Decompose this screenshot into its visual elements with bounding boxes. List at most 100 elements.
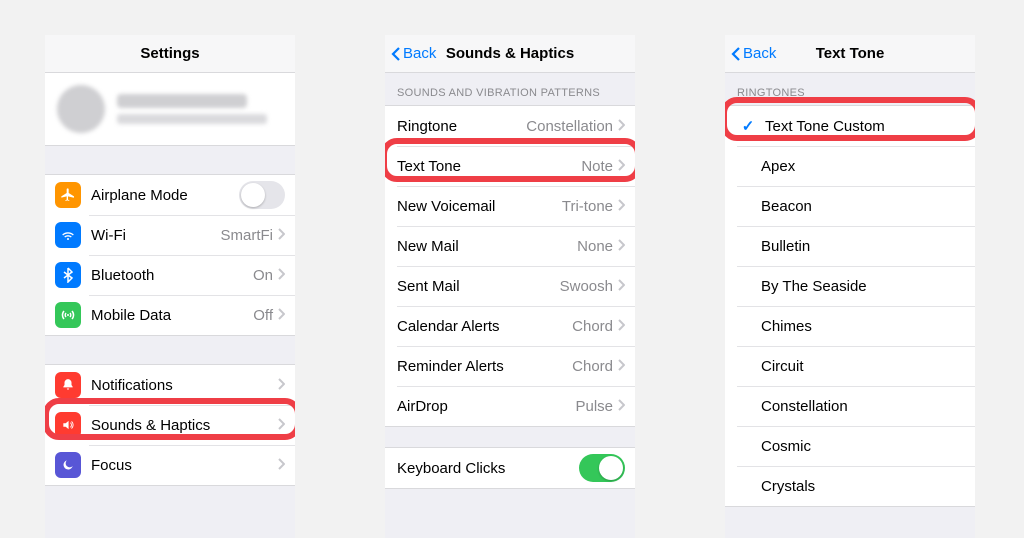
tone-label: Crystals — [739, 478, 965, 495]
chevron-right-icon — [277, 307, 285, 324]
page-title: Settings — [140, 45, 199, 62]
row-value: Swoosh — [560, 278, 613, 295]
row-value: Pulse — [575, 398, 613, 415]
moon-icon — [55, 452, 81, 478]
sound-row[interactable]: Calendar AlertsChord — [385, 306, 635, 346]
checkmark-icon: ✓ — [739, 117, 757, 135]
notifications-row[interactable]: Notifications — [45, 365, 295, 405]
row-value: Off — [253, 307, 273, 324]
speaker-icon — [55, 412, 81, 438]
chevron-right-icon — [617, 158, 625, 175]
chevron-right-icon — [617, 278, 625, 295]
avatar — [57, 85, 105, 133]
keyboard-clicks-toggle[interactable] — [579, 454, 625, 482]
chevron-right-icon — [277, 377, 285, 394]
chevron-right-icon — [617, 398, 625, 415]
row-label: Notifications — [91, 377, 277, 394]
chevron-right-icon — [277, 227, 285, 244]
page-title: Sounds & Haptics — [446, 45, 574, 62]
row-label: New Voicemail — [395, 198, 562, 215]
row-value: Constellation — [526, 118, 613, 135]
sound-row[interactable]: New MailNone — [385, 226, 635, 266]
row-value: Note — [581, 158, 613, 175]
tone-row[interactable]: Beacon — [725, 186, 975, 226]
row-label: Focus — [91, 457, 277, 474]
keyboard-clicks-row[interactable]: Keyboard Clicks — [385, 448, 635, 488]
tone-label: Text Tone Custom — [765, 118, 965, 135]
sound-row[interactable]: AirDropPulse — [385, 386, 635, 426]
tone-row[interactable]: Crystals — [725, 466, 975, 506]
airplane-mode-row[interactable]: Airplane Mode — [45, 175, 295, 215]
wifi-icon — [55, 222, 81, 248]
tone-row[interactable]: Circuit — [725, 346, 975, 386]
row-label: Mobile Data — [91, 307, 253, 324]
chevron-right-icon — [617, 118, 625, 135]
row-label: New Mail — [395, 238, 577, 255]
sound-row[interactable]: New VoicemailTri-tone — [385, 186, 635, 226]
back-label: Back — [743, 45, 776, 62]
sound-row[interactable]: Text ToneNote — [385, 146, 635, 186]
chevron-right-icon — [617, 198, 625, 215]
tone-label: Bulletin — [739, 238, 965, 255]
notifications-group: Notifications Sounds & Haptics Focus — [45, 364, 295, 486]
nav-bar: Back Sounds & Haptics — [385, 35, 635, 73]
keyboard-group: Keyboard Clicks — [385, 447, 635, 489]
tone-label: Apex — [739, 158, 965, 175]
row-value: None — [577, 238, 613, 255]
row-label: Airplane Mode — [91, 187, 239, 204]
bluetooth-row[interactable]: Bluetooth On — [45, 255, 295, 295]
row-label: Bluetooth — [91, 267, 253, 284]
row-label: Keyboard Clicks — [395, 460, 579, 477]
tone-label: Constellation — [739, 398, 965, 415]
chevron-right-icon — [277, 417, 285, 434]
tone-label: Beacon — [739, 198, 965, 215]
chevron-right-icon — [617, 358, 625, 375]
row-value: SmartFi — [221, 227, 274, 244]
row-label: Ringtone — [395, 118, 526, 135]
back-button[interactable]: Back — [731, 45, 776, 62]
page-title: Text Tone — [816, 45, 885, 62]
bell-icon — [55, 372, 81, 398]
sound-row[interactable]: Sent MailSwoosh — [385, 266, 635, 306]
sound-row[interactable]: RingtoneConstellation — [385, 106, 635, 146]
settings-screen: Settings Airplane Mode Wi-Fi SmartFi — [45, 35, 295, 538]
tone-row-selected[interactable]: ✓ Text Tone Custom — [725, 106, 975, 146]
row-value: Chord — [572, 318, 613, 335]
antenna-icon — [55, 302, 81, 328]
connectivity-group: Airplane Mode Wi-Fi SmartFi Bluetooth On… — [45, 174, 295, 336]
tone-row[interactable]: By The Seaside — [725, 266, 975, 306]
back-label: Back — [403, 45, 436, 62]
chevron-right-icon — [617, 318, 625, 335]
wifi-row[interactable]: Wi-Fi SmartFi — [45, 215, 295, 255]
sounds-haptics-row[interactable]: Sounds & Haptics — [45, 405, 295, 445]
tone-row[interactable]: Constellation — [725, 386, 975, 426]
row-label: AirDrop — [395, 398, 575, 415]
sounds-haptics-screen: Back Sounds & Haptics SOUNDS AND VIBRATI… — [385, 35, 635, 538]
section-header: RINGTONES — [725, 73, 975, 105]
section-header: SOUNDS AND VIBRATION PATTERNS — [385, 73, 635, 105]
nav-bar: Settings — [45, 35, 295, 73]
chevron-right-icon — [277, 267, 285, 284]
airplane-icon — [55, 182, 81, 208]
sounds-list: RingtoneConstellationText ToneNoteNew Vo… — [385, 105, 635, 427]
tone-row[interactable]: Bulletin — [725, 226, 975, 266]
row-label: Sent Mail — [395, 278, 560, 295]
row-label: Sounds & Haptics — [91, 417, 277, 434]
tone-label: By The Seaside — [739, 278, 965, 295]
tone-row[interactable]: Cosmic — [725, 426, 975, 466]
airplane-toggle[interactable] — [239, 181, 285, 209]
apple-id-profile[interactable] — [45, 73, 295, 146]
row-value: On — [253, 267, 273, 284]
row-label: Text Tone — [395, 158, 581, 175]
row-label: Calendar Alerts — [395, 318, 572, 335]
sound-row[interactable]: Reminder AlertsChord — [385, 346, 635, 386]
focus-row[interactable]: Focus — [45, 445, 295, 485]
tone-row[interactable]: Chimes — [725, 306, 975, 346]
back-button[interactable]: Back — [391, 45, 436, 62]
tone-row[interactable]: Apex — [725, 146, 975, 186]
profile-sub-blurred — [117, 114, 267, 124]
text-tone-screen: Back Text Tone RINGTONES ✓ Text Tone Cust… — [725, 35, 975, 538]
bluetooth-icon — [55, 262, 81, 288]
mobile-data-row[interactable]: Mobile Data Off — [45, 295, 295, 335]
profile-name-blurred — [117, 94, 247, 108]
